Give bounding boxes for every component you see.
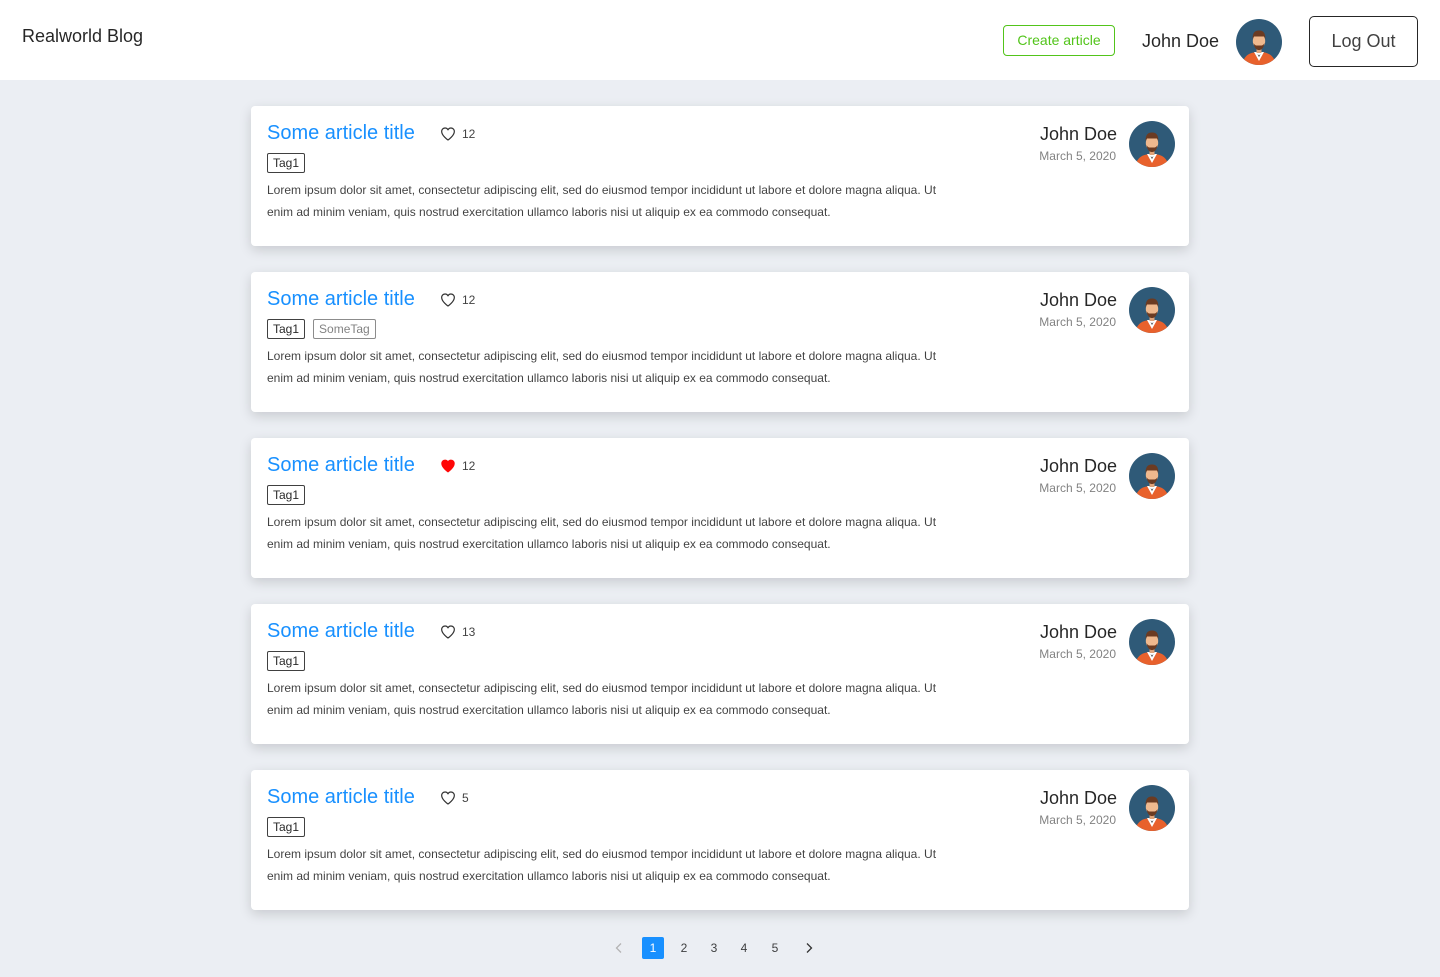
like-button[interactable]: 12 xyxy=(440,458,475,474)
tag[interactable]: SomeTag xyxy=(313,319,376,339)
article-card: Some article title 12 Tag1 SomeTag Lorem… xyxy=(251,272,1189,412)
tag[interactable]: Tag1 xyxy=(267,485,306,505)
chevron-left-icon xyxy=(615,943,622,953)
avatar-icon[interactable] xyxy=(1129,453,1175,499)
like-count: 13 xyxy=(462,625,476,639)
article-date: March 5, 2020 xyxy=(1039,149,1116,163)
next-page-button[interactable] xyxy=(798,937,820,959)
tag[interactable]: Tag1 xyxy=(267,817,306,837)
avatar-icon[interactable] xyxy=(1129,619,1175,665)
article-description: Lorem ipsum dolor sit amet, consectetur … xyxy=(267,515,937,551)
like-button[interactable]: 5 xyxy=(440,790,469,806)
article-description: Lorem ipsum dolor sit amet, consectetur … xyxy=(267,349,937,385)
heart-outline-icon xyxy=(441,625,455,639)
header-username[interactable]: John Doe xyxy=(1142,31,1219,52)
tag-list: Tag1 xyxy=(267,485,306,505)
article-date: March 5, 2020 xyxy=(1039,315,1116,329)
article-title[interactable]: Some article title xyxy=(267,454,415,477)
heart-outline-icon xyxy=(441,293,455,307)
avatar-icon[interactable] xyxy=(1129,785,1175,831)
like-button[interactable]: 12 xyxy=(440,292,475,308)
article-card: Some article title 5 Tag1 Lorem ipsum do… xyxy=(251,770,1189,910)
article-date: March 5, 2020 xyxy=(1039,481,1116,495)
article-description: Lorem ipsum dolor sit amet, consectetur … xyxy=(267,681,937,717)
avatar-icon[interactable] xyxy=(1129,121,1175,167)
create-article-button[interactable]: Create article xyxy=(1003,25,1115,56)
avatar-icon[interactable] xyxy=(1236,19,1282,65)
tag-list: Tag1 xyxy=(267,817,306,837)
tag-list: Tag1 SomeTag xyxy=(267,319,376,339)
article-description: Lorem ipsum dolor sit amet, consectetur … xyxy=(267,847,937,883)
like-count: 12 xyxy=(462,459,476,473)
article-title[interactable]: Some article title xyxy=(267,620,415,643)
page-button-3[interactable]: 3 xyxy=(703,937,725,959)
like-count: 12 xyxy=(462,293,476,307)
pagination: 1 2 3 4 5 xyxy=(0,937,1440,959)
author-name[interactable]: John Doe xyxy=(1040,788,1117,809)
like-button[interactable]: 12 xyxy=(440,126,475,142)
heart-filled-icon xyxy=(441,459,455,473)
app-header: Realworld Blog Create article John Doe L… xyxy=(0,0,1440,80)
author-name[interactable]: John Doe xyxy=(1040,290,1117,311)
tag-list: Tag1 xyxy=(267,651,306,671)
tag[interactable]: Tag1 xyxy=(267,153,306,173)
heart-outline-icon xyxy=(441,791,455,805)
tag[interactable]: Tag1 xyxy=(267,651,306,671)
author-name[interactable]: John Doe xyxy=(1040,456,1117,477)
page-button-1[interactable]: 1 xyxy=(642,937,664,959)
prev-page-button[interactable] xyxy=(608,937,630,959)
article-card: Some article title 12 Tag1 Lorem ipsum d… xyxy=(251,106,1189,246)
article-date: March 5, 2020 xyxy=(1039,813,1116,827)
article-title[interactable]: Some article title xyxy=(267,122,415,145)
tag-list: Tag1 xyxy=(267,153,306,173)
page-button-5[interactable]: 5 xyxy=(764,937,786,959)
article-card: Some article title 13 Tag1 Lorem ipsum d… xyxy=(251,604,1189,744)
brand-title[interactable]: Realworld Blog xyxy=(22,26,143,47)
article-title[interactable]: Some article title xyxy=(267,288,415,311)
page-button-4[interactable]: 4 xyxy=(733,937,755,959)
heart-outline-icon xyxy=(441,127,455,141)
tag[interactable]: Tag1 xyxy=(267,319,306,339)
article-title[interactable]: Some article title xyxy=(267,786,415,809)
article-description: Lorem ipsum dolor sit amet, consectetur … xyxy=(267,183,937,219)
author-name[interactable]: John Doe xyxy=(1040,622,1117,643)
article-card: Some article title 12 Tag1 Lorem ipsum d… xyxy=(251,438,1189,578)
avatar-icon[interactable] xyxy=(1129,287,1175,333)
page-button-2[interactable]: 2 xyxy=(673,937,695,959)
chevron-right-icon xyxy=(806,943,813,953)
like-count: 12 xyxy=(462,127,476,141)
like-button[interactable]: 13 xyxy=(440,624,475,640)
author-name[interactable]: John Doe xyxy=(1040,124,1117,145)
logout-button[interactable]: Log Out xyxy=(1309,16,1418,67)
like-count: 5 xyxy=(462,791,469,805)
article-date: March 5, 2020 xyxy=(1039,647,1116,661)
